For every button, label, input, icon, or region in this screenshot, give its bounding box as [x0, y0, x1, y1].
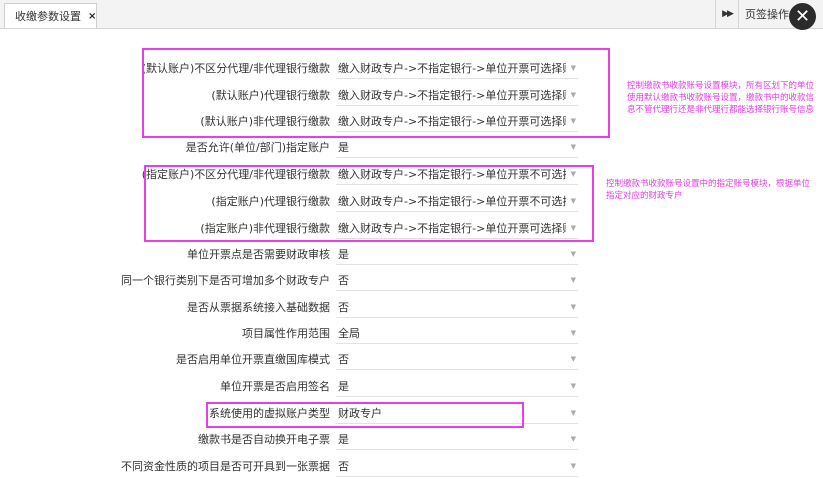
setting-select[interactable]: 否 ▼	[336, 456, 578, 477]
setting-select[interactable]: 缴入财政专户->不指定银行->单位开票可选择账户 ▼	[336, 111, 578, 132]
chevron-down-icon: ▼	[570, 355, 576, 363]
setting-value: 缴入财政专户->不指定银行->单位开票不可选择账户	[338, 195, 566, 208]
setting-select[interactable]: 否 ▼	[336, 297, 578, 318]
setting-value: 否	[338, 460, 349, 473]
setting-select[interactable]: 全局 ▼	[336, 323, 578, 344]
setting-select[interactable]: 是 ▼	[336, 137, 578, 158]
chevron-down-icon: ▼	[570, 91, 576, 99]
chevron-down-icon: ▼	[570, 117, 576, 125]
setting-label: 缴款书是否自动换开电子票	[198, 433, 330, 446]
setting-label: (指定账户)非代理银行缴款	[200, 222, 330, 235]
setting-row: 单位开票是否启用签名 是 ▼	[0, 375, 590, 399]
setting-row: (默认账户)代理银行缴款 缴入财政专户->不指定银行->单位开票可选择账户 ▼	[0, 84, 590, 108]
setting-label: 是否允许(单位/部门)指定账户	[185, 141, 330, 154]
setting-row: (指定账户)非代理银行缴款 缴入财政专户->不指定银行->单位开票可选择账户 ▼	[0, 217, 590, 241]
setting-select[interactable]: 财政专户 ▼	[336, 403, 578, 424]
setting-row: (默认账户)非代理银行缴款 缴入财政专户->不指定银行->单位开票可选择账户 ▼	[0, 110, 590, 134]
setting-value: 财政专户	[338, 407, 382, 420]
setting-value: 缴入财政专户->不指定银行->单位开票可选择账户	[338, 89, 566, 102]
setting-row: (指定账户)不区分代理/非代理银行缴款 缴入财政专户->不指定银行->单位开票不…	[0, 163, 590, 187]
close-icon[interactable]: ✕	[789, 3, 816, 30]
setting-label: 单位开票是否启用签名	[220, 380, 330, 393]
setting-row: 是否允许(单位/部门)指定账户 是 ▼	[0, 136, 590, 160]
setting-label: 单位开票点是否需要财政审核	[187, 248, 330, 261]
setting-select[interactable]: 缴入财政专户->不指定银行->单位开票可选择账户 ▼	[336, 58, 578, 79]
setting-row: 系统使用的虚拟账户类型 财政专户 ▼	[0, 402, 590, 426]
setting-select[interactable]: 是 ▼	[336, 244, 578, 265]
setting-label: 是否启用单位开票直缴国库模式	[176, 353, 330, 366]
chevron-down-icon: ▼	[570, 250, 576, 258]
tab-payment-params[interactable]: 收缴参数设置 ×	[4, 3, 97, 28]
setting-value: 是	[338, 380, 349, 393]
tab-label: 收缴参数设置	[15, 10, 81, 23]
setting-value: 全局	[338, 327, 360, 340]
setting-value: 是	[338, 433, 349, 446]
annotation-default-accounts: 控制缴款书收款账号设置模块，所有区划下的单位使用默认缴款书收款账号设置，缴款书中…	[627, 81, 815, 115]
chevron-down-icon: ▼	[570, 224, 576, 232]
setting-row: 缴款书是否自动换开电子票 是 ▼	[0, 428, 590, 452]
setting-row: 单位开票点是否需要财政审核 是 ▼	[0, 243, 590, 267]
setting-row: (指定账户)代理银行缴款 缴入财政专户->不指定银行->单位开票不可选择账户 ▼	[0, 190, 590, 214]
setting-select[interactable]: 缴入财政专户->不指定银行->单位开票不可选择账户 ▼	[336, 164, 578, 185]
setting-label: 是否从票据系统接入基础数据	[187, 301, 330, 314]
setting-label: (指定账户)不区分代理/非代理银行缴款	[141, 168, 330, 181]
setting-value: 是	[338, 248, 349, 261]
setting-label: (指定账户)代理银行缴款	[211, 195, 330, 208]
setting-row: (默认账户)不区分代理/非代理银行缴款 缴入财政专户->不指定银行->单位开票可…	[0, 57, 590, 81]
setting-label: 同一个银行类别下是否可增加多个财政专户	[121, 274, 330, 287]
setting-select[interactable]: 是 ▼	[336, 429, 578, 450]
setting-row: 同一个银行类别下是否可增加多个财政专户 否 ▼	[0, 269, 590, 293]
chevron-down-icon: ▼	[570, 329, 576, 337]
scroll-tabs-forward-icon[interactable]: ▶▶	[715, 0, 738, 28]
setting-value: 缴入财政专户->不指定银行->单位开票可选择账户	[338, 222, 566, 235]
tab-bar: 收缴参数设置 × ▶▶ 页签操作	[0, 0, 823, 29]
chevron-down-icon: ▼	[570, 409, 576, 417]
chevron-down-icon: ▼	[570, 197, 576, 205]
chevron-down-icon: ▼	[570, 64, 576, 72]
setting-row: 是否启用单位开票直缴国库模式 否 ▼	[0, 348, 590, 372]
setting-select[interactable]: 缴入财政专户->不指定银行->单位开票可选择账户 ▼	[336, 85, 578, 106]
setting-label: 不同资金性质的项目是否可开具到一张票据	[121, 460, 330, 473]
chevron-down-icon: ▼	[570, 462, 576, 470]
annotation-specified-accounts: 控制缴款书收款账号设置中的指定账号模块，根据单位指定对应的财政专户	[606, 179, 811, 201]
chevron-down-icon: ▼	[570, 170, 576, 178]
setting-value: 否	[338, 353, 349, 366]
setting-row: 项目属性作用范围 全局 ▼	[0, 322, 590, 346]
setting-value: 缴入财政专户->不指定银行->单位开票可选择账户	[338, 62, 566, 75]
setting-label: 系统使用的虚拟账户类型	[209, 407, 330, 420]
chevron-down-icon: ▼	[570, 382, 576, 390]
setting-value: 缴入财政专户->不指定银行->单位开票可选择账户	[338, 115, 566, 128]
setting-select[interactable]: 是 ▼	[336, 376, 578, 397]
setting-value: 否	[338, 301, 349, 314]
setting-label: (默认账户)非代理银行缴款	[200, 115, 330, 128]
chevron-down-icon: ▼	[570, 276, 576, 284]
chevron-down-icon: ▼	[570, 143, 576, 151]
setting-select[interactable]: 缴入财政专户->不指定银行->单位开票不可选择账户 ▼	[336, 191, 578, 212]
tab-close-icon[interactable]: ×	[88, 11, 96, 22]
setting-label: (默认账户)不区分代理/非代理银行缴款	[141, 62, 330, 75]
setting-select[interactable]: 缴入财政专户->不指定银行->单位开票可选择账户 ▼	[336, 218, 578, 239]
chevron-down-icon: ▼	[570, 435, 576, 443]
setting-label: (默认账户)代理银行缴款	[211, 89, 330, 102]
setting-value: 否	[338, 274, 349, 287]
setting-select[interactable]: 否 ▼	[336, 349, 578, 370]
setting-row: 不同资金性质的项目是否可开具到一张票据 否 ▼	[0, 455, 590, 479]
setting-value: 是	[338, 141, 349, 154]
setting-row: 是否从票据系统接入基础数据 否 ▼	[0, 296, 590, 320]
setting-value: 缴入财政专户->不指定银行->单位开票不可选择账户	[338, 168, 566, 181]
setting-select[interactable]: 否 ▼	[336, 270, 578, 291]
setting-label: 项目属性作用范围	[242, 327, 330, 340]
chevron-down-icon: ▼	[570, 303, 576, 311]
